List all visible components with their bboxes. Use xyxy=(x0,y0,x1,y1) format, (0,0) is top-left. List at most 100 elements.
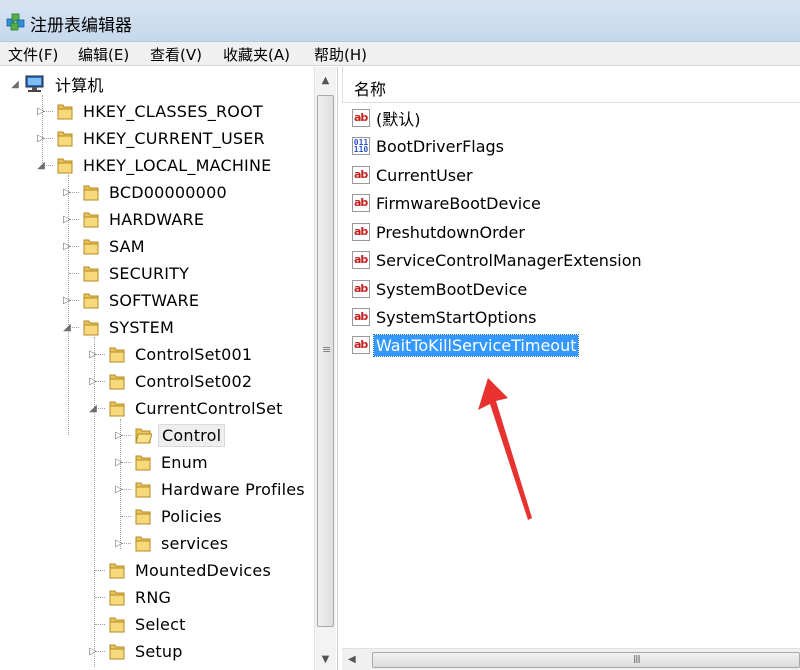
tree-label-computer: 计算机 xyxy=(55,76,104,95)
menu-view[interactable]: 查看(V) xyxy=(148,44,204,65)
folder-icon xyxy=(82,210,100,229)
tree-node-software[interactable]: ▷ SOFTWARE xyxy=(62,287,202,313)
folder-icon xyxy=(108,615,126,634)
tree-node-hkcu[interactable]: ▷ HKEY_CURRENT_USER xyxy=(36,125,268,151)
value-row-servicecontrolmanagerextension[interactable]: ab ServiceControlManagerExtension xyxy=(352,248,644,272)
value-name: SystemStartOptions xyxy=(376,307,537,327)
tree-label-policies: Policies xyxy=(161,506,222,526)
expand-arrow-icon[interactable]: ▷ xyxy=(114,538,124,549)
tree-label-sam: SAM xyxy=(109,236,145,256)
folder-open-icon xyxy=(134,426,152,445)
column-header-name[interactable]: 名称 xyxy=(342,67,800,103)
expand-arrow-icon[interactable]: ▷ xyxy=(114,484,124,495)
tree-node-security[interactable]: SECURITY xyxy=(62,260,192,286)
expand-arrow-icon[interactable]: ▷ xyxy=(62,295,72,306)
folder-icon xyxy=(134,534,152,553)
expand-arrow-icon[interactable]: ▷ xyxy=(36,133,46,144)
expand-arrow-icon[interactable]: ▷ xyxy=(36,106,46,117)
tree-node-hardware-profiles[interactable]: ▷ Hardware Profiles xyxy=(114,476,308,502)
tree-node-hklm[interactable]: ◢ HKEY_LOCAL_MACHINE xyxy=(36,152,274,178)
folder-icon xyxy=(108,399,126,418)
tree-label-setup: Setup xyxy=(135,641,183,661)
scroll-down-icon[interactable]: ▼ xyxy=(315,650,336,670)
collapse-arrow-icon[interactable]: ◢ xyxy=(62,322,72,333)
column-header-label: 名称 xyxy=(354,80,387,99)
tree-node-hardware[interactable]: ▷ HARDWARE xyxy=(62,206,207,232)
expand-arrow-icon[interactable]: ▷ xyxy=(62,187,72,198)
tree-label-services: services xyxy=(161,533,229,553)
menu-edit[interactable]: 编辑(E) xyxy=(76,44,131,65)
tree-node-policies[interactable]: Policies xyxy=(114,503,225,529)
folder-icon xyxy=(134,480,152,499)
collapse-arrow-icon[interactable]: ◢ xyxy=(88,403,98,414)
expand-arrow-icon[interactable]: ▷ xyxy=(62,241,72,252)
scroll-thumb-horizontal[interactable]: III xyxy=(372,652,800,668)
string-value-icon: ab xyxy=(352,280,370,298)
expand-arrow-icon[interactable]: ▷ xyxy=(88,376,98,387)
value-row-bootdriverflags[interactable]: 011 110 BootDriverFlags xyxy=(352,134,506,158)
value-name-selected: WaitToKillServiceTimeout xyxy=(372,333,580,357)
value-row-preshutdownorder[interactable]: ab PreshutdownOrder xyxy=(352,220,527,244)
tree-node-bcd[interactable]: ▷ BCD00000000 xyxy=(62,179,230,205)
tree-vertical-scrollbar[interactable]: ▲ ≡ ▼ xyxy=(314,67,336,670)
folder-icon xyxy=(108,588,126,607)
tree-label-hardware-profiles: Hardware Profiles xyxy=(161,479,305,499)
collapse-arrow-icon[interactable]: ◢ xyxy=(36,160,46,171)
value-row-systemstartoptions[interactable]: ab SystemStartOptions xyxy=(352,305,538,329)
column-divider xyxy=(342,67,343,103)
tree-node-sam[interactable]: ▷ SAM xyxy=(62,233,148,259)
tree-node-rng[interactable]: RNG xyxy=(88,584,174,610)
values-list[interactable]: 名称 ab (默认) 011 110 BootDriverFlags ab Cu… xyxy=(342,67,800,670)
scroll-up-icon[interactable]: ▲ xyxy=(315,71,336,91)
red-arrow-icon xyxy=(478,378,532,520)
value-row-waittokillservicetimeout[interactable]: ab WaitToKillServiceTimeout xyxy=(352,333,580,357)
folder-icon xyxy=(134,507,152,526)
folder-icon xyxy=(82,237,100,256)
menu-favorites[interactable]: 收藏夹(A) xyxy=(221,44,292,65)
menu-help[interactable]: 帮助(H) xyxy=(312,44,369,65)
tree-node-hkcr[interactable]: ▷ HKEY_CLASSES_ROOT xyxy=(36,98,266,124)
tree-label-hkcu: HKEY_CURRENT_USER xyxy=(83,128,265,148)
tree-node-currentcontrolset[interactable]: ◢ CurrentControlSet xyxy=(88,395,286,421)
folder-icon xyxy=(56,102,74,121)
folder-icon xyxy=(82,264,100,283)
binary-value-icon: 011 110 xyxy=(352,137,370,155)
scroll-thumb[interactable]: ≡ xyxy=(317,95,334,627)
tree-label-currentcontrolset: CurrentControlSet xyxy=(135,398,283,418)
folder-icon xyxy=(82,318,100,337)
folder-icon xyxy=(134,453,152,472)
tree-label-select: Select xyxy=(135,614,186,634)
tree-label-enum: Enum xyxy=(161,452,208,472)
tree-node-controlset002[interactable]: ▷ ControlSet002 xyxy=(88,368,255,394)
tree-node-services[interactable]: ▷ services xyxy=(114,530,231,556)
tree-label-hklm: HKEY_LOCAL_MACHINE xyxy=(83,155,272,175)
tree-node-select[interactable]: Select xyxy=(88,611,189,637)
tree-node-control[interactable]: ▷ Control xyxy=(114,422,226,448)
tree-node-controlset001[interactable]: ▷ ControlSet001 xyxy=(88,341,255,367)
value-row-currentuser[interactable]: ab CurrentUser xyxy=(352,163,475,187)
value-row-firmwarebootdevice[interactable]: ab FirmwareBootDevice xyxy=(352,191,543,215)
expand-arrow-icon[interactable]: ▷ xyxy=(88,349,98,360)
menu-file[interactable]: 文件(F) xyxy=(6,44,60,65)
tree-node-mounteddevices[interactable]: MountedDevices xyxy=(88,557,274,583)
tree-node-system[interactable]: ◢ SYSTEM xyxy=(62,314,177,340)
menu-bar: 文件(F) 编辑(E) 查看(V) 收藏夹(A) 帮助(H) xyxy=(0,42,800,66)
collapse-arrow-icon[interactable]: ◢ xyxy=(10,79,20,90)
expand-arrow-icon[interactable]: ▷ xyxy=(114,457,124,468)
tree-label-software: SOFTWARE xyxy=(109,290,200,310)
value-row-systembootdevice[interactable]: ab SystemBootDevice xyxy=(352,277,529,301)
grip-icon: ≡ xyxy=(322,343,332,356)
values-horizontal-scrollbar[interactable]: ◀ III xyxy=(342,648,800,670)
value-row-default[interactable]: ab (默认) xyxy=(352,106,423,130)
string-value-icon: ab xyxy=(352,166,370,184)
registry-tree[interactable]: ◢ 计算机 ▷ HKEY_CLASSES_ROOT ▷ HKEY_CURRENT… xyxy=(0,67,338,670)
expand-arrow-icon[interactable]: ▷ xyxy=(114,430,124,441)
expand-arrow-icon[interactable]: ▷ xyxy=(88,646,98,657)
tree-node-enum[interactable]: ▷ Enum xyxy=(114,449,211,475)
tree-node-computer[interactable]: ◢ 计算机 xyxy=(10,71,107,97)
tree-label-rng: RNG xyxy=(135,587,172,607)
regedit-icon xyxy=(6,13,25,31)
expand-arrow-icon[interactable]: ▷ xyxy=(62,214,72,225)
scroll-left-icon[interactable]: ◀ xyxy=(348,649,362,670)
tree-node-setup[interactable]: ▷ Setup xyxy=(88,638,186,664)
